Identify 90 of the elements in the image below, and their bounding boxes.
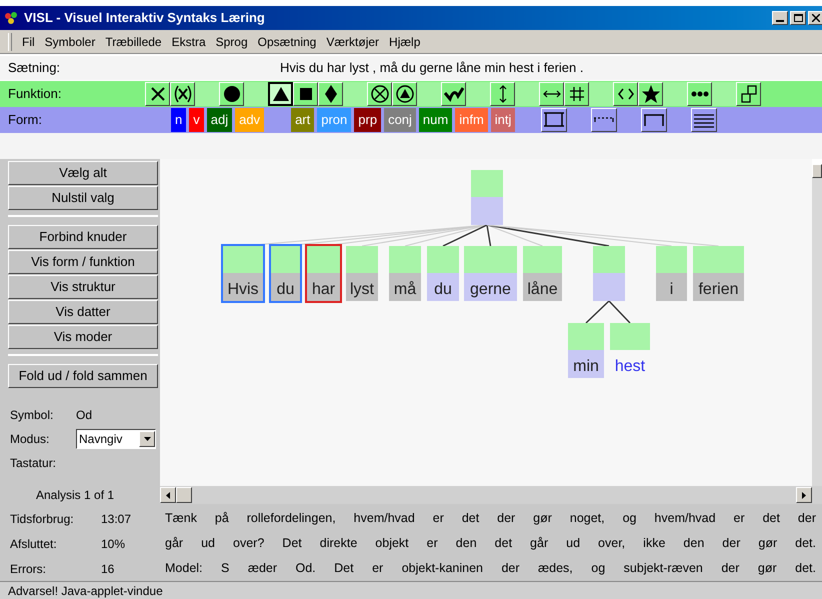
menu-item[interactable]: Ekstra [172, 32, 206, 50]
side-button[interactable]: Vis datter [8, 300, 158, 324]
wave-icon [444, 84, 464, 104]
scroll-right-button[interactable] [796, 487, 812, 503]
side-button[interactable]: Fold ud / fold sammen [8, 364, 158, 388]
maximize-button[interactable] [790, 11, 806, 25]
menu-item[interactable]: Opsætning [258, 32, 316, 50]
scroll-left-button[interactable] [160, 487, 176, 503]
minimize-icon [776, 20, 784, 22]
dots-icon [690, 91, 708, 97]
menu-item[interactable]: Fil [22, 32, 35, 50]
side-button[interactable]: Forbind knuder [8, 225, 158, 249]
close-icon [812, 14, 820, 22]
form-tag[interactable]: v [189, 108, 204, 132]
dot-icon [222, 84, 242, 104]
shape-button[interactable] [591, 108, 618, 132]
frame-shape-icon [542, 110, 566, 130]
form-tag[interactable]: conj [384, 108, 416, 132]
stat-value: 13:07 [101, 510, 132, 528]
side-button[interactable]: Vælg alt [8, 161, 158, 185]
form-tag[interactable]: n [171, 108, 186, 132]
node-word: i [670, 280, 674, 300]
menu-item[interactable]: Sprog [216, 32, 248, 50]
node-word: ferien [698, 280, 739, 300]
node-word: må [394, 280, 416, 300]
stat-label: Tidsforbrug: [10, 510, 75, 528]
hint-text: går ud over? Det direkte objekt er den det går ud over, ikke den der gør det. [165, 535, 816, 552]
dashed-shape-icon [593, 117, 616, 123]
shape-button[interactable] [691, 108, 718, 132]
maximize-icon [794, 14, 802, 22]
mode-label: Modus: [9, 431, 50, 448]
node-word: min [573, 357, 599, 377]
form-tag[interactable]: prp [354, 108, 382, 132]
stat-label: Errors: [10, 560, 47, 578]
left-arrow-icon [166, 492, 170, 498]
cross-in-parentheses-icon [172, 84, 192, 104]
side-button[interactable]: Vis moder [8, 325, 158, 349]
scroll-thumb[interactable] [176, 487, 192, 503]
node-word: har [312, 280, 336, 300]
side-button[interactable]: Vis struktur [8, 275, 158, 299]
menu-item[interactable]: Hjælp [389, 32, 420, 50]
circled-cross-icon [370, 84, 390, 104]
form-tag[interactable]: intj [490, 108, 516, 132]
menu-item[interactable]: Symboler [44, 32, 96, 50]
node-word: Hvis [227, 280, 259, 300]
sentence-label: Sætning: [8, 59, 62, 78]
two-squares-icon [738, 84, 758, 104]
status-text: Advarsel! Java-applet-vindue [8, 582, 163, 599]
form-tag[interactable]: num [418, 108, 452, 132]
shape-button[interactable] [541, 108, 568, 132]
node-word: du [276, 280, 294, 300]
hint-text: Model: S æder Od. Det er objekt-kaninen der ædes, og subjekt-ræven der gør det. [165, 560, 816, 577]
root-node[interactable] [471, 170, 503, 225]
symbol-label: Symbol: [9, 407, 54, 424]
node-word: hest [614, 357, 646, 377]
function-label: Funktion: [8, 85, 62, 104]
tree-node[interactable] [593, 246, 625, 301]
form-tag[interactable]: art [291, 108, 314, 132]
menu-item[interactable]: Værktøjer [326, 32, 380, 50]
function-button[interactable] [268, 82, 293, 106]
symbol-value: Od [76, 407, 92, 424]
node-word: du [434, 280, 452, 300]
scroll-thumb[interactable] [812, 164, 822, 178]
stat-label: Afsluttet: [10, 536, 58, 552]
form-tag[interactable]: adj [206, 108, 232, 132]
close-button[interactable] [808, 11, 822, 25]
side-button[interactable]: Nulstil valg [8, 186, 158, 210]
mode-dropdown[interactable]: Navngiv [76, 429, 156, 449]
node-word: gerne [470, 280, 511, 300]
keyboard-label: Tastatur: [9, 455, 56, 472]
vertical-scrollbar[interactable] [812, 164, 822, 486]
star-icon [640, 84, 660, 104]
app-logo-icon [4, 11, 20, 25]
stat-value: 10% [101, 536, 126, 552]
side-button[interactable]: Vis form / funktion [8, 250, 158, 274]
node-word: låne [527, 280, 558, 300]
form-label: Form: [8, 111, 43, 130]
analysis-counter: Analysis 1 of 1 [36, 487, 114, 504]
right-arrow-icon [802, 492, 806, 498]
tree-node[interactable]: hest [610, 323, 650, 378]
window-title: VISL - Visuel Interaktiv Syntaks Læring [24, 9, 266, 28]
sentence-text: Hvis du har lyst , må du gerne låne min hest i ferien . [280, 59, 584, 78]
dropdown-arrow-icon [144, 437, 150, 441]
horizontal-scrollbar[interactable] [160, 486, 822, 504]
node-word: lyst [350, 280, 374, 300]
hint-text: Tænk på rollefordelingen, hvem/hvad er det der gør noget, og hvem/hvad er det der [165, 510, 816, 527]
minimize-button[interactable] [772, 11, 788, 25]
menu-item[interactable]: Træbillede [105, 32, 162, 50]
shape-button[interactable] [641, 108, 668, 132]
stat-value: 16 [101, 560, 114, 578]
